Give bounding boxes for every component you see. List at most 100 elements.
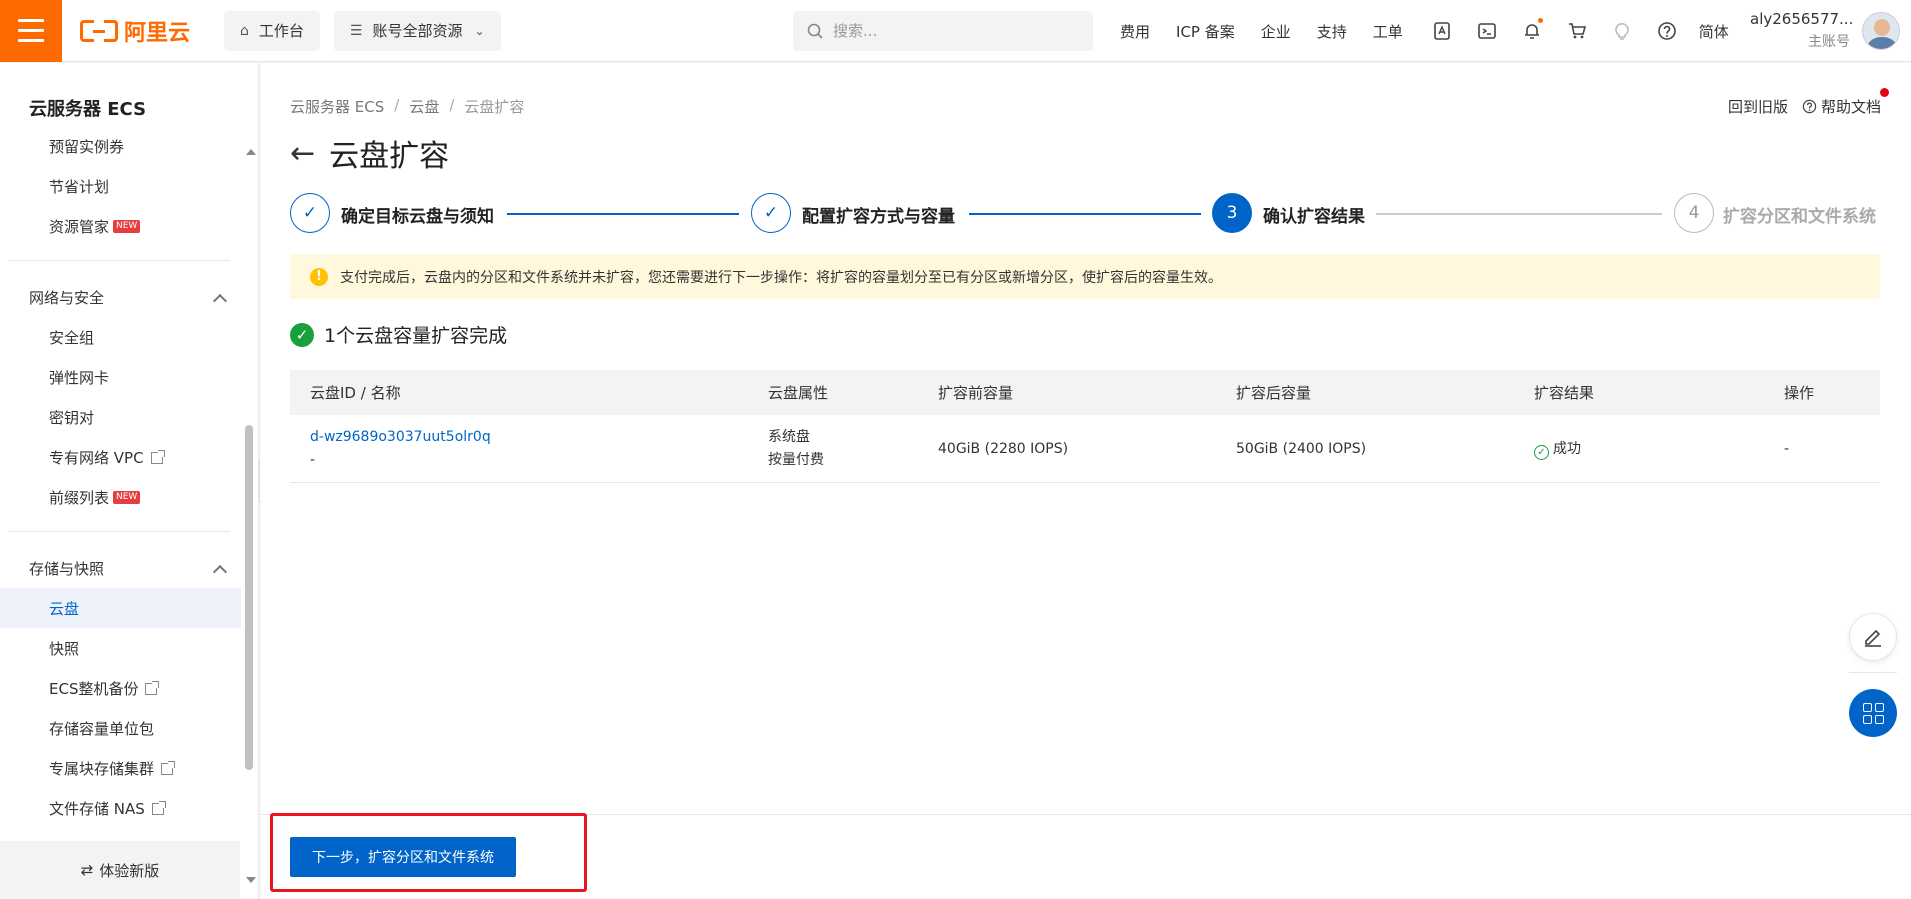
logo-text: 阿里云 (124, 20, 191, 46)
success-circle-icon: ✓ (1534, 444, 1549, 460)
cart-icon[interactable] (1564, 18, 1590, 44)
col-header-action: 操作 (1784, 384, 1815, 402)
help-circle-icon[interactable] (1654, 18, 1680, 44)
lightbulb-icon[interactable] (1609, 18, 1635, 44)
sidebar-item-prefix-list[interactable]: 前缀列表 NEW (49, 487, 141, 508)
sidebar-item-label: 节省计划 (49, 178, 110, 196)
breadcrumb-disk[interactable]: 云盘 (409, 96, 439, 117)
sidebar-item-label: 前缀列表 (49, 489, 110, 507)
sidebar-item-savings-plan[interactable]: 节省计划 (49, 176, 109, 197)
step-2-label: 配置扩容方式与容量 (802, 207, 955, 227)
notification-dot (1537, 18, 1543, 23)
col-header-attr: 云盘属性 (768, 384, 829, 402)
nav-support[interactable]: 支持 (1317, 21, 1347, 42)
sidebar-group-storage[interactable]: 存储与快照 (29, 558, 228, 579)
resources-label: 账号全部资源 (372, 22, 463, 40)
bell-icon[interactable] (1519, 18, 1545, 44)
sidebar-item-security-group[interactable]: 安全组 (49, 327, 94, 348)
breadcrumb-sep: / (394, 96, 400, 114)
float-divider (1849, 672, 1897, 673)
sidebar-item-nas[interactable]: 文件存储 NAS (49, 798, 166, 819)
chevron-down-icon: ⌄ (474, 23, 485, 38)
col-header-disk-id: 云盘ID / 名称 (310, 384, 401, 402)
feedback-edit-button[interactable] (1849, 613, 1897, 661)
sidebar-item-resource-manager[interactable]: 资源管家 NEW (49, 216, 141, 237)
sidebar-item-keypair[interactable]: 密钥对 (49, 407, 94, 428)
sidebar-item-ecs-backup[interactable]: ECS整机备份 (49, 678, 160, 699)
sidebar-item-storage-package[interactable]: 存储容量单位包 (49, 718, 154, 739)
result-text: 1个云盘容量扩容完成 (324, 325, 508, 347)
apps-grid-button[interactable] (1849, 689, 1897, 737)
sidebar-item-snapshot[interactable]: 快照 (49, 638, 79, 659)
user-name: aly2656577... (1750, 10, 1854, 28)
sidebar-item-eni[interactable]: 弹性网卡 (49, 367, 109, 388)
avatar[interactable] (1862, 12, 1900, 50)
step-3-number: 3 (1212, 193, 1252, 233)
external-link-icon (145, 680, 160, 695)
cell-action: - (1784, 440, 1790, 457)
scroll-down-arrow[interactable] (246, 877, 256, 883)
user-role: 主账号 (1808, 34, 1850, 50)
sidebar-item-label: 密钥对 (49, 409, 95, 427)
nav-ticket[interactable]: 工单 (1373, 21, 1403, 42)
home-icon: ⌂ (240, 22, 249, 39)
external-link-icon (150, 449, 165, 464)
breadcrumb-current: 云盘扩容 (464, 98, 525, 116)
language-switch[interactable]: 简体 (1699, 21, 1729, 42)
user-info[interactable]: aly2656577... 主账号 (1750, 10, 1854, 51)
sidebar-divider (8, 260, 230, 261)
sidebar-item-reserved-instance[interactable]: 预留实例券 (49, 136, 124, 157)
sidebar-item-cloud-disk[interactable]: 云盘 (49, 598, 79, 619)
api-icon[interactable] (1429, 18, 1455, 44)
search-input[interactable] (833, 22, 1073, 40)
sidebar-scrollbar[interactable] (245, 425, 253, 770)
terminal-icon[interactable] (1474, 18, 1500, 44)
sidebar-item-dedicated-block-storage[interactable]: 专属块存储集群 (49, 758, 176, 779)
nav-icp[interactable]: ICP 备案 (1176, 21, 1235, 42)
disk-type: 系统盘 (768, 428, 810, 445)
workbench-label: 工作台 (258, 22, 304, 40)
old-version-link[interactable]: 回到旧版 (1728, 96, 1788, 117)
sidebar-item-label: 云盘 (49, 600, 80, 618)
workbench-button[interactable]: ⌂ 工作台 (224, 10, 320, 51)
step-2-check-icon: ✓ (751, 193, 791, 233)
sidebar-item-vpc[interactable]: 专有网络 VPC (49, 447, 165, 468)
warning-icon: ! (310, 267, 328, 286)
help-docs-link[interactable]: 帮助文档 (1802, 88, 1889, 117)
step-connector (507, 213, 739, 215)
scroll-up-arrow[interactable] (246, 149, 256, 155)
stepper: ✓ 确定目标云盘与须知 ✓ 配置扩容方式与容量 3 确认扩容结果 4 扩容分区和… (290, 193, 1880, 235)
try-new-version-button[interactable]: ⇄ 体验新版 (0, 841, 240, 899)
search-box[interactable] (793, 11, 1093, 51)
menu-icon[interactable] (0, 0, 62, 62)
sidebar-item-label: ECS整机备份 (49, 680, 139, 698)
top-nav: 费用 ICP 备案 企业 支持 工单 简体 (1120, 0, 1755, 62)
new-badge: NEW (113, 220, 141, 233)
step-4-number: 4 (1674, 193, 1714, 233)
resources-dropdown[interactable]: ☰ 账号全部资源 ⌄ (333, 10, 501, 51)
nav-enterprise[interactable]: 企业 (1261, 21, 1291, 42)
cell-result: ✓ 成功 (1534, 438, 1581, 460)
breadcrumb-sep: / (449, 96, 455, 114)
breadcrumb-ecs[interactable]: 云服务器 ECS (290, 96, 384, 117)
external-link-icon (151, 800, 166, 815)
disk-id-link[interactable]: d-wz9689o3037uut5olr0q (310, 426, 491, 449)
try-new-version-label: 体验新版 (99, 861, 160, 880)
sidebar-group-network[interactable]: 网络与安全 (29, 287, 228, 308)
page-title: 云盘扩容 (329, 139, 450, 174)
help-notification-dot (1880, 88, 1889, 97)
back-arrow-icon[interactable]: ← (290, 136, 315, 171)
step-connector (1376, 213, 1662, 215)
cell-after: 50GiB (2400 IOPS) (1236, 440, 1367, 457)
warning-alert: ! 支付完成后，云盘内的分区和文件系统并未扩容，您还需要进行下一步操作：将扩容的… (290, 254, 1880, 299)
step-3-label: 确认扩容结果 (1263, 207, 1365, 227)
result-summary: ✓ 1个云盘容量扩容完成 (290, 321, 507, 348)
sidebar-item-label: 文件存储 NAS (49, 800, 145, 818)
edit-icon (1865, 629, 1881, 647)
nav-fees[interactable]: 费用 (1120, 21, 1150, 42)
sidebar: 云服务器 ECS 预留实例券 节省计划 资源管家 NEW 网络与安全 安全组 弹性… (0, 63, 259, 899)
sidebar-item-label: 存储容量单位包 (49, 720, 155, 738)
sidebar-item-label: 快照 (49, 640, 80, 658)
sidebar-divider (8, 531, 230, 532)
aliyun-logo[interactable]: 阿里云 (80, 15, 210, 47)
